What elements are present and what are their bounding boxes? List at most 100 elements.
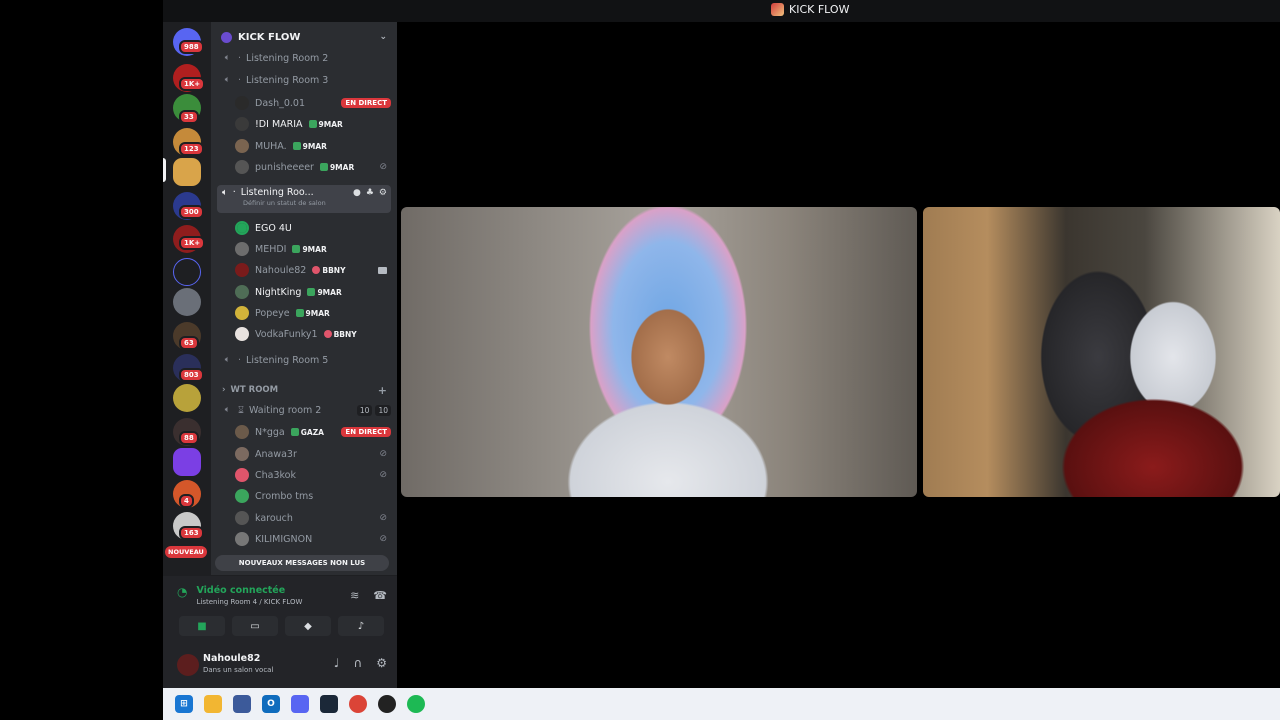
server-tag: 9MAR [308, 120, 343, 129]
voice-channel-waiting-room-2[interactable]: 🔈︎ ⌛︎ Waiting room 2 10 10 [211, 400, 397, 420]
voice-channel-link[interactable]: Listening Room 4 / KICK FLOW [196, 598, 302, 606]
voice-user[interactable]: MUHA. 9MAR [211, 136, 397, 156]
separator-dot: · [232, 187, 236, 198]
microphone-icon[interactable]: ♩ [334, 656, 340, 670]
gear-icon[interactable]: ⚙ [376, 656, 387, 670]
video-tile[interactable] [923, 207, 1280, 497]
voice-user[interactable]: Cha3kok ⊘ [211, 465, 397, 485]
user-name: Crombo tms [255, 490, 314, 502]
avatar [235, 221, 249, 235]
voice-channel-listening-room-4[interactable]: 🔈︎ · Listening Roo... ● ♣ ⚙ Définir un s… [217, 185, 391, 213]
avatar [235, 96, 249, 110]
channel-name: Listening Roo... [240, 187, 314, 198]
new-badge: NOUVEAU [165, 546, 207, 558]
server-icon[interactable] [173, 288, 201, 316]
channel-status-placeholder[interactable]: Définir un statut de salon [222, 199, 326, 207]
speaker-icon: 🔈︎ [224, 355, 231, 365]
camera-icon [378, 266, 387, 274]
video-stage [397, 22, 1280, 688]
avatar[interactable] [177, 654, 199, 676]
voice-user[interactable]: Crombo tms [211, 486, 397, 506]
guild-icon [221, 31, 232, 43]
tag-icon [319, 163, 328, 171]
live-badge: EN DIRECT [341, 427, 391, 437]
voice-user[interactable]: punisheeeer 9MAR ⊘ [211, 157, 397, 177]
store-icon[interactable] [233, 695, 251, 713]
user-status: Dans un salon vocal [203, 666, 274, 674]
noise-suppression-icon[interactable]: ≋ [350, 589, 359, 602]
mention-badge: 63 [179, 336, 199, 350]
user-count-current: 10 [356, 404, 373, 416]
tag-icon [308, 120, 317, 128]
video-tile[interactable] [401, 207, 917, 497]
windows-start-icon[interactable]: ⊞ [175, 695, 193, 713]
avatar [235, 117, 249, 131]
voice-channel-listening-room-3[interactable]: 🔈︎ · Listening Room 3 [211, 70, 397, 90]
app-icon[interactable] [378, 695, 396, 713]
server-icon[interactable] [173, 384, 201, 412]
separator-dot: · [238, 52, 242, 64]
voice-user[interactable]: KILIMIGNON ⊘ [211, 529, 397, 549]
voice-user[interactable]: MEHDI 9MAR [211, 239, 397, 259]
title-bar: KICK FLOW [163, 0, 1280, 22]
discord-icon[interactable] [291, 695, 309, 713]
voice-user[interactable]: Popeye 9MAR [211, 303, 397, 323]
server-tag: GAZA [290, 428, 324, 437]
server-icon [771, 3, 784, 16]
spotify-icon[interactable] [407, 695, 425, 713]
category-wt-room[interactable]: › WT ROOM + [211, 380, 397, 400]
mention-badge: 1K+ [179, 236, 206, 250]
user-name: Anawa3r [255, 448, 297, 460]
folder-icon[interactable] [173, 258, 201, 286]
disconnect-icon[interactable]: ☎ [373, 589, 387, 602]
voice-user[interactable]: Anawa3r ⊘ [211, 444, 397, 464]
chat-icon[interactable]: ● [353, 188, 361, 198]
muted-icon: ⊘ [379, 449, 387, 459]
tag-icon [312, 266, 321, 274]
file-explorer-icon[interactable] [204, 695, 222, 713]
soundboard-button[interactable]: ♪ [338, 616, 384, 636]
voice-user[interactable]: N*gga GAZA EN DIRECT [211, 422, 397, 442]
headphones-icon[interactable]: ∩ [353, 656, 362, 670]
gear-icon[interactable]: ⚙ [379, 188, 387, 198]
add-channel-icon[interactable]: + [378, 384, 387, 397]
signal-icon[interactable]: ◔ [177, 585, 187, 599]
discord-window: KICK FLOW 988 1K+ 33 123 300 1K+ 63 803 … [163, 0, 1280, 688]
chrome-icon[interactable] [349, 695, 367, 713]
invite-icon[interactable]: ♣ [366, 188, 374, 198]
outlook-icon[interactable]: O [262, 695, 280, 713]
avatar [235, 139, 249, 153]
new-unread-messages-banner[interactable]: NOUVEAUX MESSAGES NON LUS [215, 555, 389, 571]
voice-user[interactable]: karouch ⊘ [211, 508, 397, 528]
voice-channel-listening-room-2[interactable]: 🔈︎ · Listening Room 2 [211, 48, 397, 68]
screen-share-button[interactable]: ▭ [232, 616, 278, 636]
voice-channel-listening-room-5[interactable]: 🔈︎ · Listening Room 5 [211, 350, 397, 370]
voice-user[interactable]: Dash_0.01 EN DIRECT [211, 93, 397, 113]
server-tag: 9MAR [295, 309, 330, 318]
tag-text: 9MAR [329, 162, 355, 172]
voice-user[interactable]: EGO 4U [211, 218, 397, 238]
activity-button[interactable]: ◆ [285, 616, 331, 636]
voice-user[interactable]: Nahoule82 BBNY [211, 260, 397, 280]
user-name: NightKing [255, 286, 302, 298]
username[interactable]: Nahoule82 [203, 653, 260, 664]
avatar [235, 285, 249, 299]
kick-flow-server-icon[interactable] [173, 158, 201, 186]
tag-text: BBNY [333, 329, 357, 339]
camera-button[interactable]: ■ [179, 616, 225, 636]
separator-dot: · [238, 74, 242, 86]
server-tag: 9MAR [307, 288, 342, 297]
user-name: MEHDI [255, 243, 287, 255]
voice-user[interactable]: NightKing 9MAR [211, 282, 397, 302]
mention-badge: 33 [179, 110, 199, 124]
user-name: Cha3kok [255, 469, 296, 481]
tag-icon [307, 288, 316, 296]
voice-user[interactable]: !DI MARIA 9MAR [211, 114, 397, 134]
server-icon[interactable] [173, 448, 201, 476]
user-name: punisheeeer [255, 161, 314, 173]
steam-icon[interactable] [320, 695, 338, 713]
user-panel: Nahoule82 Dans un salon vocal ♩ ∩ ⚙ [163, 643, 397, 688]
tag-icon [323, 330, 332, 338]
tag-text: BBNY [322, 265, 346, 275]
voice-user[interactable]: VodkaFunky1 BBNY [211, 324, 397, 344]
